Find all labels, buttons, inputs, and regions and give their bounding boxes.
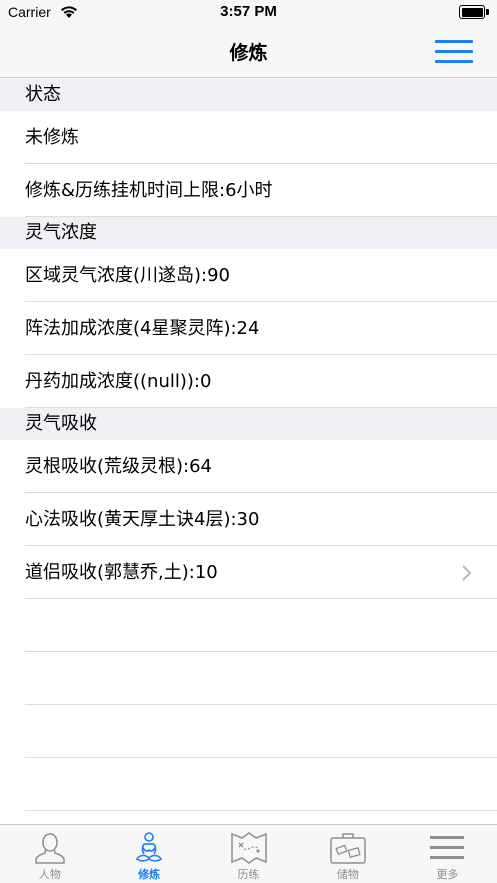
- empty-row: [0, 652, 497, 705]
- section-header-status: 状态: [0, 79, 497, 111]
- tab-character[interactable]: 人物: [0, 825, 99, 883]
- companion-row-label: 道侣吸收(郭慧乔,土):10: [25, 562, 218, 583]
- tab-label: 历练: [237, 868, 260, 881]
- map-icon: [230, 832, 267, 864]
- bag-icon: [330, 833, 366, 864]
- tab-label: 储物: [336, 868, 359, 881]
- section-header-qi-absorption: 灵气吸收: [0, 408, 497, 440]
- empty-row: [0, 758, 497, 811]
- tab-storage[interactable]: 储物: [298, 825, 397, 883]
- chevron-right-icon: [462, 565, 472, 581]
- tab-bar: 人物 修炼 历练 储物 更多: [0, 824, 497, 883]
- menu-icon: [435, 40, 473, 43]
- tab-label: 人物: [38, 868, 61, 881]
- tab-adventure[interactable]: 历练: [199, 825, 298, 883]
- navigation-bar: 修炼: [0, 26, 497, 78]
- table-row: 阵法加成浓度(4星聚灵阵):24: [0, 302, 497, 355]
- cultivation-table: 状态 未修炼 修炼&历练挂机时间上限:6小时 灵气浓度 区域灵气浓度(川遂岛):…: [0, 79, 497, 811]
- table-row: 心法吸收(黄天厚土诀4层):30: [0, 493, 497, 546]
- table-row: 丹药加成浓度((null)):0: [0, 355, 497, 408]
- tab-label: 更多: [436, 868, 459, 881]
- empty-row: [0, 705, 497, 758]
- status-bar: Carrier 3:57 PM: [0, 0, 497, 26]
- status-time: 3:57 PM: [220, 3, 277, 20]
- section-header-qi-density: 灵气浓度: [0, 217, 497, 249]
- table-row: 修炼&历练挂机时间上限:6小时: [0, 164, 497, 217]
- more-icon: [430, 836, 465, 859]
- table-row: 灵根吸收(荒级灵根):64: [0, 440, 497, 493]
- page-title: 修炼: [229, 42, 268, 64]
- tab-cultivation[interactable]: 修炼: [99, 825, 198, 883]
- table-row: 未修炼: [0, 111, 497, 164]
- table-row: 区域灵气浓度(川遂岛):90: [0, 249, 497, 302]
- empty-row: [0, 599, 497, 652]
- person-icon: [34, 833, 65, 864]
- tab-more[interactable]: 更多: [398, 825, 497, 883]
- menu-button[interactable]: [435, 36, 473, 66]
- tab-label: 修炼: [138, 868, 161, 881]
- companion-row[interactable]: 道侣吸收(郭慧乔,土):10: [0, 546, 497, 599]
- battery-icon: [459, 5, 489, 19]
- meditation-icon: [136, 832, 163, 862]
